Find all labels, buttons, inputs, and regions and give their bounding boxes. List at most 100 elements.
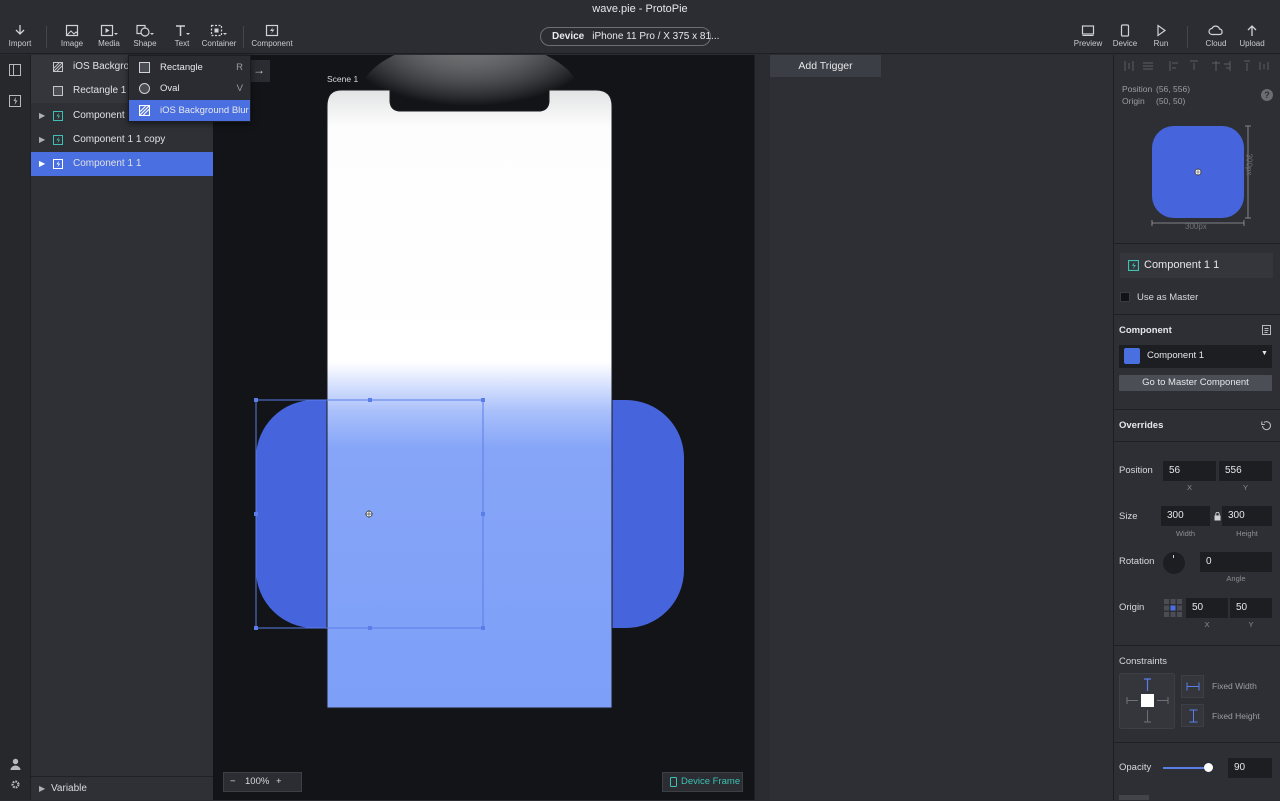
import-icon (15, 25, 25, 35)
variable-section[interactable]: ▶ Variable (31, 776, 213, 800)
device-frame-label: Device Frame (681, 776, 741, 787)
device-selector-label: Device (552, 31, 585, 42)
left-rail (0, 55, 31, 800)
go-to-master-button[interactable]: Go to Master Component (1119, 375, 1272, 391)
size-label: Size (1119, 511, 1138, 522)
constraints-widget[interactable] (1119, 673, 1175, 729)
constraints-label: Constraints (1119, 656, 1168, 667)
expand-arrow-icon[interactable]: ▶ (39, 152, 45, 176)
position-x-input[interactable]: 56 (1163, 461, 1216, 481)
divider (1114, 409, 1280, 410)
component-select[interactable]: Component 1 ▼ (1119, 345, 1272, 368)
settings-button[interactable] (10, 779, 21, 790)
origin-x-caption: X (1204, 620, 1210, 629)
fixed-height-toggle[interactable] (1181, 704, 1204, 727)
text-button[interactable]: Text (168, 24, 196, 50)
angle-input[interactable]: 0 (1200, 552, 1272, 572)
resize-handle[interactable] (368, 626, 372, 630)
layer-label: Rectangle 1 (73, 85, 127, 96)
cloud-button[interactable]: Cloud (1202, 24, 1230, 50)
user-icon (10, 758, 21, 770)
lock-icon[interactable] (1214, 512, 1221, 521)
resize-handle[interactable] (254, 626, 258, 630)
fixed-width-icon (1186, 682, 1200, 691)
components-panel-toggle[interactable] (9, 95, 21, 107)
device-selector[interactable]: Device iPhone 11 Pro / X 375 x 81... (540, 27, 719, 46)
rectangle-icon (139, 62, 150, 73)
position-y-input[interactable]: 556 (1219, 461, 1272, 481)
shape-dropdown-menu: Rectangle R Oval V iOS Background Blur (128, 55, 251, 122)
zoom-out-button[interactable]: − (230, 773, 236, 791)
panel-icon (9, 64, 21, 76)
document-icon[interactable] (1262, 325, 1271, 335)
menu-item-shortcut: V (236, 83, 243, 94)
reset-icon[interactable] (1261, 420, 1272, 431)
canvas[interactable]: → Scene 1 − 100% + Device Frame (213, 55, 754, 800)
add-trigger-button[interactable]: Add Trigger (770, 55, 881, 77)
expand-arrow-icon: ▶ (39, 784, 46, 793)
opacity-input[interactable]: 90 (1228, 758, 1272, 778)
component-name-field[interactable]: Component 1 1 (1120, 253, 1273, 278)
origin-grid-icon[interactable] (1163, 598, 1183, 618)
object-thumbnail (1151, 125, 1251, 226)
image-icon (65, 24, 79, 37)
resize-handle[interactable] (254, 398, 258, 402)
align-toolbar (1124, 60, 1269, 71)
run-button[interactable]: Run (1149, 24, 1173, 50)
expand-arrow-icon[interactable]: ▶ (39, 104, 45, 128)
device-icon (1120, 24, 1130, 37)
divider (1114, 645, 1280, 646)
resize-handle[interactable] (481, 626, 485, 630)
menu-item-shortcut: R (236, 62, 243, 73)
layer-label: Component 1 1 copy (73, 134, 166, 145)
origin-y-input[interactable]: 50 (1230, 598, 1272, 618)
menu-item-ios-background-blur[interactable]: iOS Background Blur (129, 100, 250, 121)
expand-arrow-icon[interactable]: ▶ (39, 128, 45, 152)
image-button[interactable]: Image (58, 24, 86, 50)
zoom-level[interactable]: 100% (245, 773, 269, 791)
next-property-label (1119, 795, 1149, 800)
opacity-slider-knob[interactable] (1203, 763, 1213, 772)
oval-icon (139, 83, 150, 94)
text-icon (176, 25, 190, 36)
panel-divider[interactable] (754, 55, 770, 800)
resize-handle[interactable] (254, 512, 258, 516)
rotation-dial[interactable] (1163, 552, 1185, 574)
device-frame-toggle[interactable]: Device Frame (662, 772, 743, 792)
menu-item-oval[interactable]: Oval V (129, 78, 250, 99)
component-button[interactable]: Component (250, 24, 294, 50)
y-caption: Y (1242, 483, 1248, 492)
title-bar: wave.pie - ProtoPie Import Image Media S… (0, 0, 1280, 54)
blur-icon (139, 105, 150, 116)
resize-handle[interactable] (481, 512, 485, 516)
upload-button[interactable]: Upload (1238, 24, 1266, 50)
zoom-in-button[interactable]: + (276, 773, 282, 791)
blur-icon (53, 62, 63, 72)
resize-handle[interactable] (481, 398, 485, 402)
fixed-width-toggle[interactable] (1181, 675, 1204, 698)
preview-button[interactable]: Preview (1072, 24, 1104, 50)
component-icon (265, 24, 279, 37)
device-button[interactable]: Device (1110, 24, 1140, 50)
help-icon[interactable]: ? (1261, 89, 1273, 101)
import-button[interactable]: Import (6, 24, 34, 50)
opacity-slider[interactable] (1163, 763, 1213, 772)
origin-x-input[interactable]: 50 (1186, 598, 1228, 618)
use-as-master-checkbox[interactable] (1120, 292, 1130, 302)
gear-icon (11, 780, 20, 789)
layers-panel-toggle[interactable] (9, 64, 21, 76)
component-icon (53, 135, 63, 145)
account-button[interactable] (10, 758, 21, 770)
shape-button[interactable]: Shape (131, 24, 159, 50)
layer-item[interactable]: ▶ Component 1 1 copy (31, 128, 213, 152)
resize-handle[interactable] (368, 398, 372, 402)
media-button[interactable]: Media (95, 24, 123, 50)
device-icon (670, 777, 677, 787)
layer-label: Component 1 (73, 110, 134, 121)
container-button[interactable]: Container (201, 24, 237, 50)
height-input[interactable]: 300 (1222, 506, 1272, 526)
divider (1114, 441, 1280, 442)
menu-item-rectangle[interactable]: Rectangle R (129, 57, 250, 78)
width-input[interactable]: 300 (1161, 506, 1210, 526)
layer-item-selected[interactable]: ▶ Component 1 1 (31, 152, 213, 176)
